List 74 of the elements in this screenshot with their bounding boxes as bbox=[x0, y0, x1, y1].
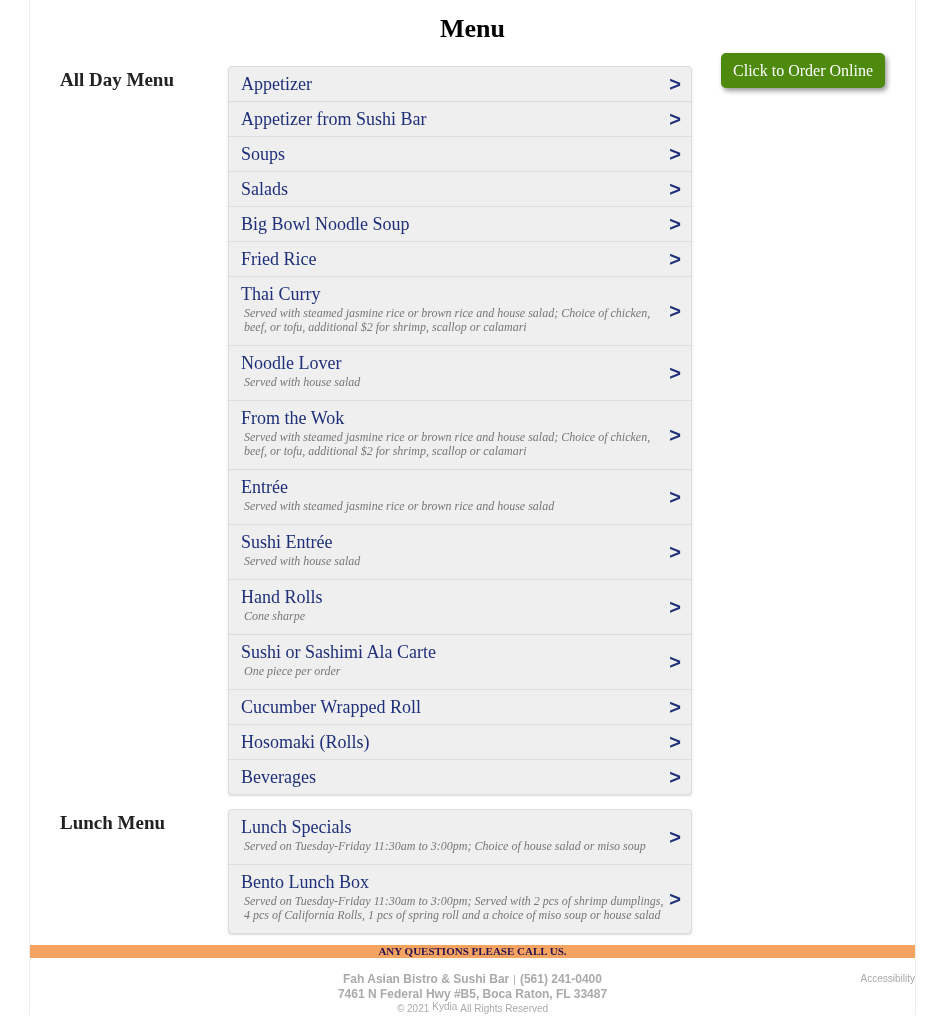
business-name: Fah Asian Bistro & Sushi Bar bbox=[343, 972, 510, 986]
menu-category-item[interactable]: Salads > bbox=[229, 171, 691, 206]
category-name: Hand Rolls bbox=[241, 586, 323, 609]
separator: | bbox=[513, 973, 516, 987]
category-name: Lunch Specials bbox=[241, 816, 352, 839]
order-online-button[interactable]: Click to Order Online bbox=[721, 53, 885, 88]
chevron-arrow: > bbox=[669, 214, 681, 234]
chevron-arrow: > bbox=[669, 249, 681, 269]
page-title: Menu bbox=[440, 14, 505, 44]
menu-category-item[interactable]: Lunch Specials Served on Tuesday-Friday 11:30am to 3:00pm; Choice of house salad or miso soup > bbox=[229, 810, 691, 864]
menu-category-item[interactable]: Thai Curry Served with steamed jasmine rice or brown rice and house salad; Choice of chicken, beef, or tofu, additional $2 for shrimp, scallop or calamari > bbox=[229, 276, 691, 345]
category-name: Appetizer bbox=[241, 73, 312, 96]
menu-category-item[interactable]: Beverages > bbox=[229, 759, 691, 794]
menu-category-item[interactable]: Soups > bbox=[229, 136, 691, 171]
menu-category-item[interactable]: Big Bowl Noodle Soup > bbox=[229, 206, 691, 241]
category-name: Bento Lunch Box bbox=[241, 871, 369, 894]
chevron-arrow: > bbox=[669, 425, 681, 445]
category-name: Entrée bbox=[241, 476, 288, 499]
menu-category-item[interactable]: Noodle Lover Served with house salad > bbox=[229, 345, 691, 400]
menu-category-item[interactable]: Appetizer > bbox=[229, 67, 691, 101]
chevron-arrow: > bbox=[669, 597, 681, 617]
menu-category-item[interactable]: Appetizer from Sushi Bar > bbox=[229, 101, 691, 136]
menu-category-item[interactable]: Sushi or Sashimi Ala Carte One piece per order > bbox=[229, 634, 691, 689]
category-name: Sushi Entrée bbox=[241, 531, 333, 554]
category-name: Thai Curry bbox=[241, 283, 321, 306]
category-name: Salads bbox=[241, 178, 288, 201]
category-description: Served with steamed jasmine rice or brown rice and house salad; Choice of chicken, beef, or tofu, additional $2 for shrimp, scallop or calamari bbox=[243, 430, 652, 460]
category-name: Big Bowl Noodle Soup bbox=[241, 213, 410, 236]
menu-category-item[interactable]: Entrée Served with steamed jasmine rice or brown rice and house salad > bbox=[229, 469, 691, 524]
chevron-arrow: > bbox=[669, 109, 681, 129]
menu-category-item[interactable]: From the Wok Served with steamed jasmine rice or brown rice and house salad; Choice of chicken, beef, or tofu, additional $2 for shrimp, scallop or calamari > bbox=[229, 400, 691, 469]
chevron-arrow: > bbox=[669, 144, 681, 164]
chevron-arrow: > bbox=[669, 827, 681, 847]
section-title: Lunch Menu bbox=[60, 812, 167, 834]
category-description: Served with steamed jasmine rice or brown rice and house salad; Choice of chicken, beef, or tofu, additional $2 for shrimp, scallop or calamari bbox=[243, 306, 652, 336]
menu-category-item[interactable]: Hand Rolls Cone sharpe > bbox=[229, 579, 691, 634]
chevron-arrow: > bbox=[669, 652, 681, 672]
address: 7461 N Federal Hwy #B5, Boca Raton, FL 33487 bbox=[337, 987, 608, 1001]
category-name: Fried Rice bbox=[241, 248, 317, 271]
chevron-arrow: > bbox=[669, 179, 681, 199]
category-description: Served on Tuesday-Friday 11:30am to 3:00pm; Choice of house salad or miso soup bbox=[243, 839, 647, 855]
chevron-arrow: > bbox=[669, 363, 681, 383]
category-description: Served with house salad bbox=[243, 554, 362, 570]
copyright: © 2021 bbox=[396, 1003, 430, 1015]
category-name: Hosomaki (Rolls) bbox=[241, 731, 370, 754]
category-description: Served on Tuesday-Friday 11:30am to 3:00pm; Served with 2 pcs of shrimp dumplings, 4 pcs of California Rolls, 1 pcs of spring roll and a choice of miso soup or house salad bbox=[243, 894, 665, 924]
phone-number: (561) 241-0400 bbox=[519, 972, 602, 986]
chevron-arrow: > bbox=[669, 542, 681, 562]
menu-category-item[interactable]: Cucumber Wrapped Roll > bbox=[229, 689, 691, 724]
category-description: One piece per order bbox=[243, 664, 342, 680]
category-name: Appetizer from Sushi Bar bbox=[241, 108, 427, 131]
chevron-arrow: > bbox=[669, 74, 681, 94]
category-name: Cucumber Wrapped Roll bbox=[241, 696, 421, 719]
category-name: From the Wok bbox=[241, 407, 345, 430]
rights-text: All Rights Reserved bbox=[460, 1003, 549, 1015]
chevron-arrow: > bbox=[669, 767, 681, 787]
category-name: Soups bbox=[241, 143, 285, 166]
category-description: Cone sharpe bbox=[243, 609, 306, 625]
menu-category-item[interactable]: Fried Rice > bbox=[229, 241, 691, 276]
menu-category-item[interactable]: Bento Lunch Box Served on Tuesday-Friday 11:30am to 3:00pm; Served with 2 pcs of shrimp dumplings, 4 pcs of California Rolls, 1 pcs of spring roll and a choice of miso soup or house salad > bbox=[229, 864, 691, 933]
section-title: All Day Menu bbox=[60, 69, 175, 91]
category-name: Sushi or Sashimi Ala Carte bbox=[241, 641, 436, 664]
category-name: Beverages bbox=[241, 766, 316, 789]
chevron-arrow: > bbox=[669, 301, 681, 321]
chevron-arrow: > bbox=[669, 889, 681, 909]
chevron-arrow: > bbox=[669, 697, 681, 717]
category-name: Noodle Lover bbox=[241, 352, 342, 375]
category-description: Served with steamed jasmine rice or brown rice and house salad bbox=[243, 499, 556, 515]
menu-category-item[interactable]: Sushi Entrée Served with house salad > bbox=[229, 524, 691, 579]
call-us-banner: ANY QUESTIONS PLEASE CALL US. bbox=[30, 945, 915, 958]
chevron-arrow: > bbox=[669, 487, 681, 507]
menu-category-item[interactable]: Hosomaki (Rolls) > bbox=[229, 724, 691, 759]
category-description: Served with house salad bbox=[243, 375, 362, 391]
chevron-arrow: > bbox=[669, 732, 681, 752]
